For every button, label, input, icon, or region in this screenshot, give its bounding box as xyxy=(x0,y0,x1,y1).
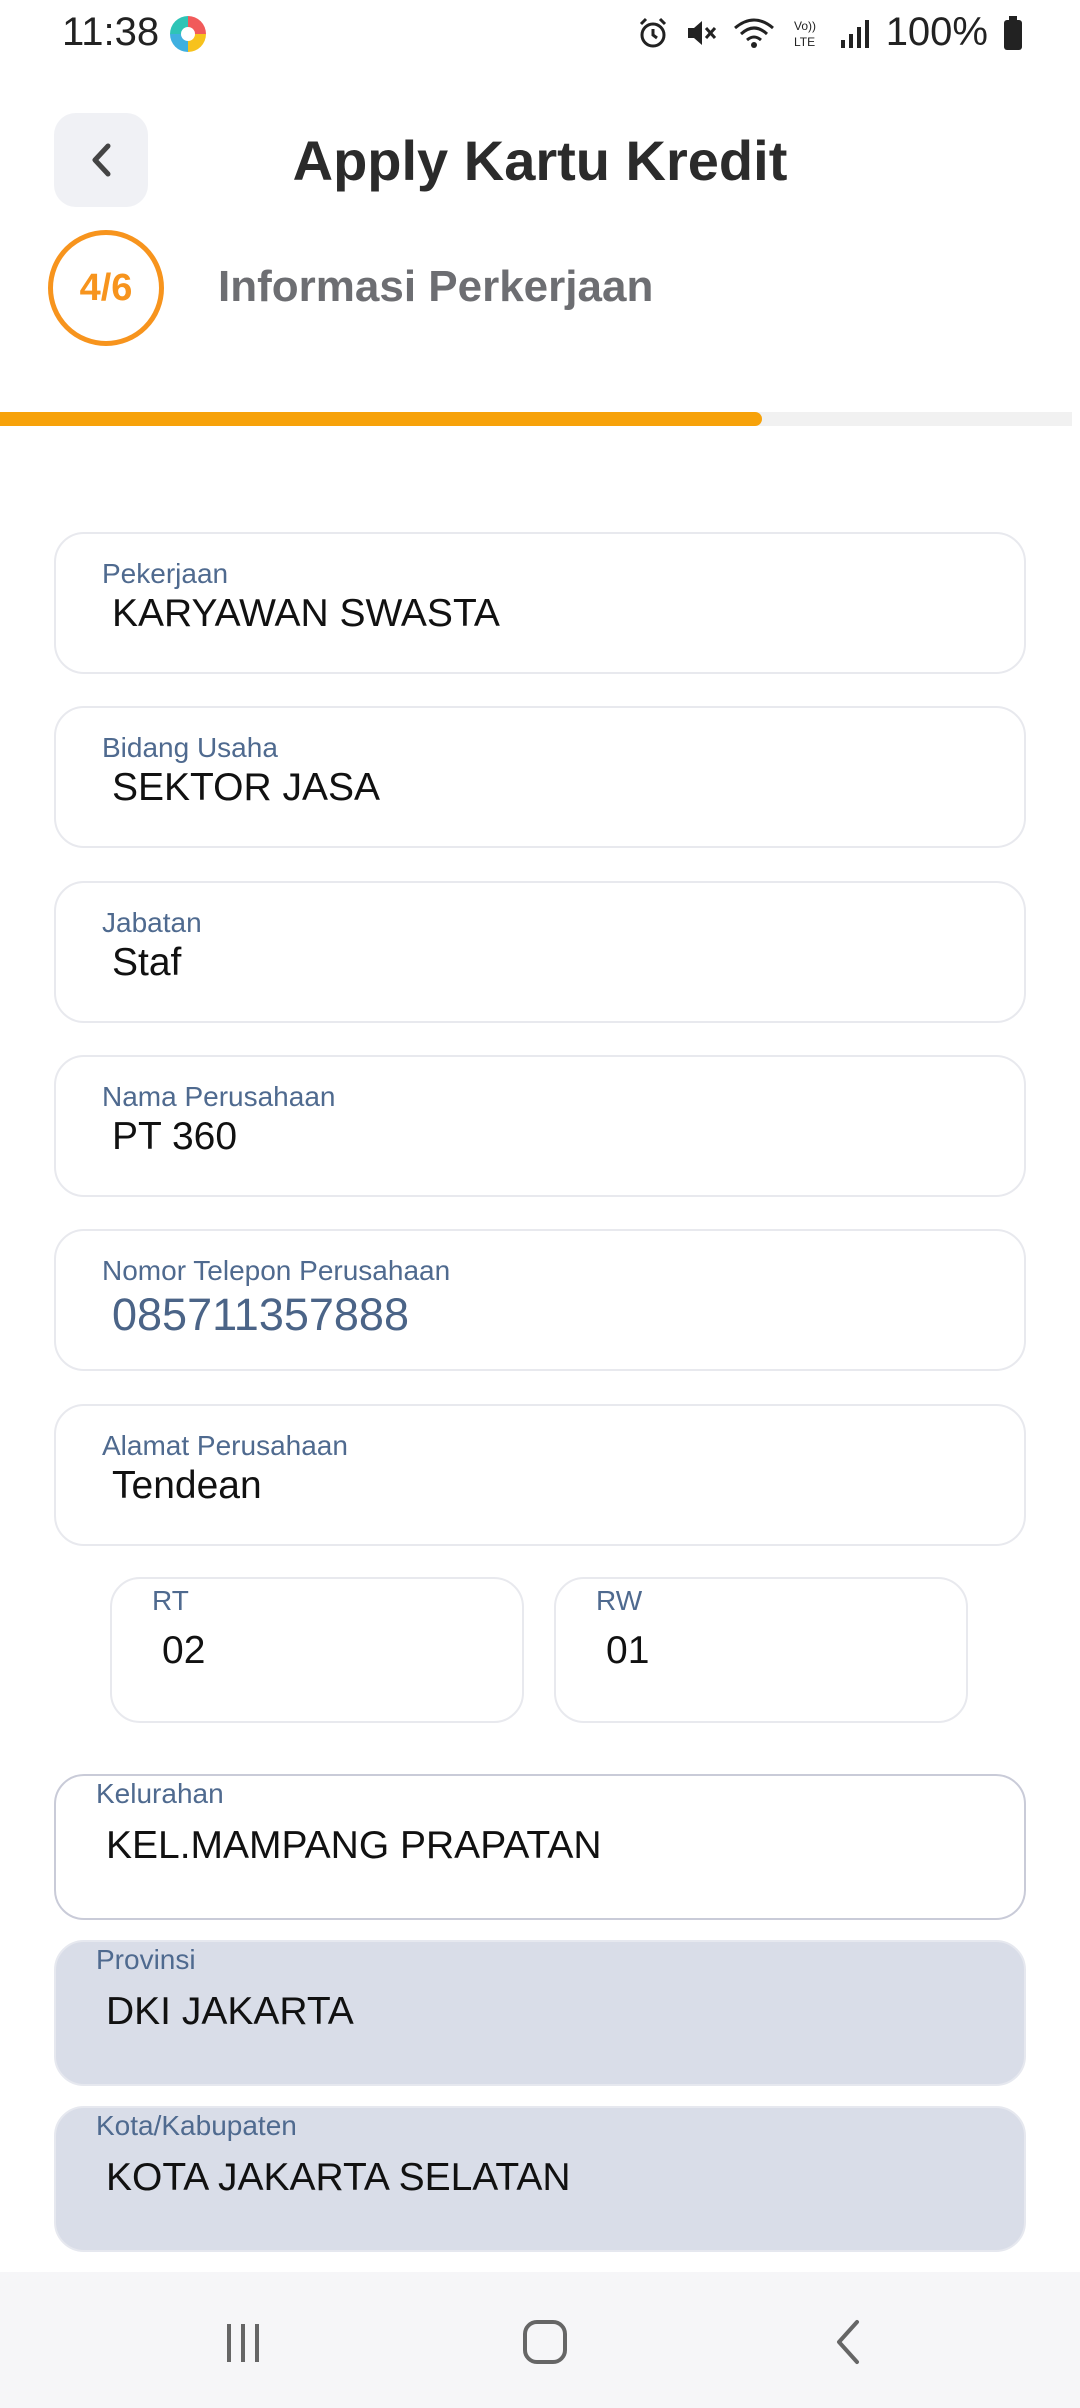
kota-kabupaten-value: KOTA JAKARTA SELATAN xyxy=(106,2156,571,2199)
wifi-icon xyxy=(733,18,774,48)
jabatan-field[interactable]: Jabatan Staf xyxy=(54,881,1026,1023)
rw-value: 01 xyxy=(606,1629,650,1672)
progress-bar xyxy=(0,412,1072,426)
nomor-telepon-label: Nomor Telepon Perusahaan xyxy=(102,1255,451,1286)
page-title: Apply Kartu Kredit xyxy=(292,129,788,192)
nama-perusahaan-field[interactable]: Nama Perusahaan PT 360 xyxy=(54,1055,1026,1197)
rt-value: 02 xyxy=(162,1629,206,1672)
rt-field[interactable]: RT 02 xyxy=(110,1577,524,1723)
back-icon xyxy=(837,2320,859,2364)
rw-label: RW xyxy=(596,1585,643,1616)
provinsi-label: Provinsi xyxy=(96,1944,196,1975)
nomor-telepon-value: 085711357888 xyxy=(112,1289,409,1340)
kelurahan-value: KEL.MAMPANG PRAPATAN xyxy=(106,1824,602,1867)
step-indicator: 4/6 xyxy=(48,230,164,346)
jabatan-value: Staf xyxy=(112,941,182,984)
kota-kabupaten-field: Kota/Kabupaten KOTA JAKARTA SELATAN xyxy=(54,2106,1026,2252)
nama-perusahaan-label: Nama Perusahaan xyxy=(102,1081,336,1112)
app-icon xyxy=(170,16,206,52)
kelurahan-field[interactable]: Kelurahan KEL.MAMPANG PRAPATAN xyxy=(54,1774,1026,1920)
provinsi-value: DKI JAKARTA xyxy=(106,1990,354,2033)
nav-back-button[interactable] xyxy=(802,2302,892,2382)
bidang-usaha-value: SEKTOR JASA xyxy=(112,766,381,809)
progress-fill xyxy=(0,412,762,426)
kota-kabupaten-label: Kota/Kabupaten xyxy=(96,2110,297,2141)
nama-perusahaan-value: PT 360 xyxy=(112,1115,238,1158)
home-button[interactable] xyxy=(500,2302,590,2382)
recents-button[interactable] xyxy=(198,2302,288,2382)
alarm-icon xyxy=(639,17,666,47)
status-icons: Vo)) LTE 100% xyxy=(636,10,1024,55)
battery-percent: 100% xyxy=(885,10,988,54)
provinsi-field: Provinsi DKI JAKARTA xyxy=(54,1940,1026,2086)
alamat-perusahaan-field[interactable]: Alamat Perusahaan Tendean xyxy=(54,1404,1026,1546)
nomor-telepon-field[interactable]: Nomor Telepon Perusahaan 085711357888 xyxy=(54,1229,1026,1371)
status-time: 11:38 xyxy=(62,10,160,54)
pekerjaan-value: KARYAWAN SWASTA xyxy=(112,592,500,635)
jabatan-label: Jabatan xyxy=(102,907,202,938)
system-nav-bar xyxy=(0,2272,1080,2408)
alamat-perusahaan-label: Alamat Perusahaan xyxy=(102,1430,348,1461)
recents-icon xyxy=(227,2324,259,2362)
bidang-usaha-field[interactable]: Bidang Usaha SEKTOR JASA xyxy=(54,706,1026,848)
status-bar: 11:38 Vo)) LTE 100% xyxy=(0,0,1080,70)
pekerjaan-label: Pekerjaan xyxy=(102,558,229,589)
mute-icon xyxy=(687,20,716,45)
kelurahan-label: Kelurahan xyxy=(96,1778,224,1809)
step-title: Informasi Perkerjaan xyxy=(218,262,654,311)
pekerjaan-field[interactable]: Pekerjaan KARYAWAN SWASTA xyxy=(54,532,1026,674)
svg-text:LTE: LTE xyxy=(794,35,815,49)
bidang-usaha-label: Bidang Usaha xyxy=(102,732,278,763)
volte-icon: Vo)) LTE xyxy=(794,19,816,49)
alamat-perusahaan-value: Tendean xyxy=(112,1464,262,1507)
rt-label: RT xyxy=(152,1585,189,1616)
signal-icon xyxy=(840,19,869,48)
svg-text:Vo)): Vo)) xyxy=(794,19,816,33)
home-icon xyxy=(523,2320,567,2364)
step-label: 4/6 xyxy=(79,266,133,309)
rw-field[interactable]: RW 01 xyxy=(554,1577,968,1723)
battery-icon xyxy=(1004,15,1022,50)
